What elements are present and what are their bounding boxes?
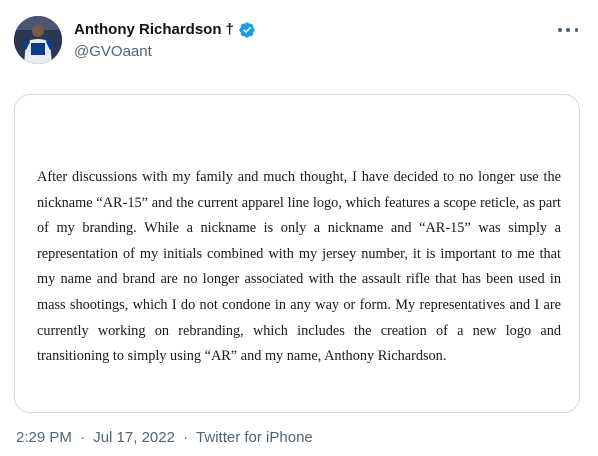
author-handle[interactable]: @GVOaant — [74, 42, 256, 62]
more-options-button[interactable] — [558, 22, 578, 38]
meta-separator: · — [183, 429, 189, 446]
avatar[interactable] — [14, 16, 62, 64]
author-display-name[interactable]: Anthony Richardson — [74, 20, 222, 40]
tweet-media-image[interactable]: After discussions with my family and muc… — [14, 94, 580, 413]
more-options-icon — [558, 28, 562, 32]
tweet-date[interactable]: Jul 17, 2022 — [93, 429, 175, 446]
tweet-source[interactable]: Twitter for iPhone — [196, 429, 313, 446]
meta-separator: · — [80, 429, 86, 446]
tweet-time[interactable]: 2:29 PM — [16, 429, 72, 446]
tweet-meta: 2:29 PM · Jul 17, 2022 · Twitter for iPh… — [16, 428, 313, 448]
tweet-author: Anthony Richardson † @GVOaant — [74, 20, 256, 62]
avatar-photo — [14, 16, 62, 64]
statement-text: After discussions with my family and muc… — [37, 169, 561, 365]
author-name-dagger: † — [225, 21, 234, 38]
author-name-row: Anthony Richardson † — [74, 20, 256, 40]
verified-badge-icon — [238, 21, 256, 39]
